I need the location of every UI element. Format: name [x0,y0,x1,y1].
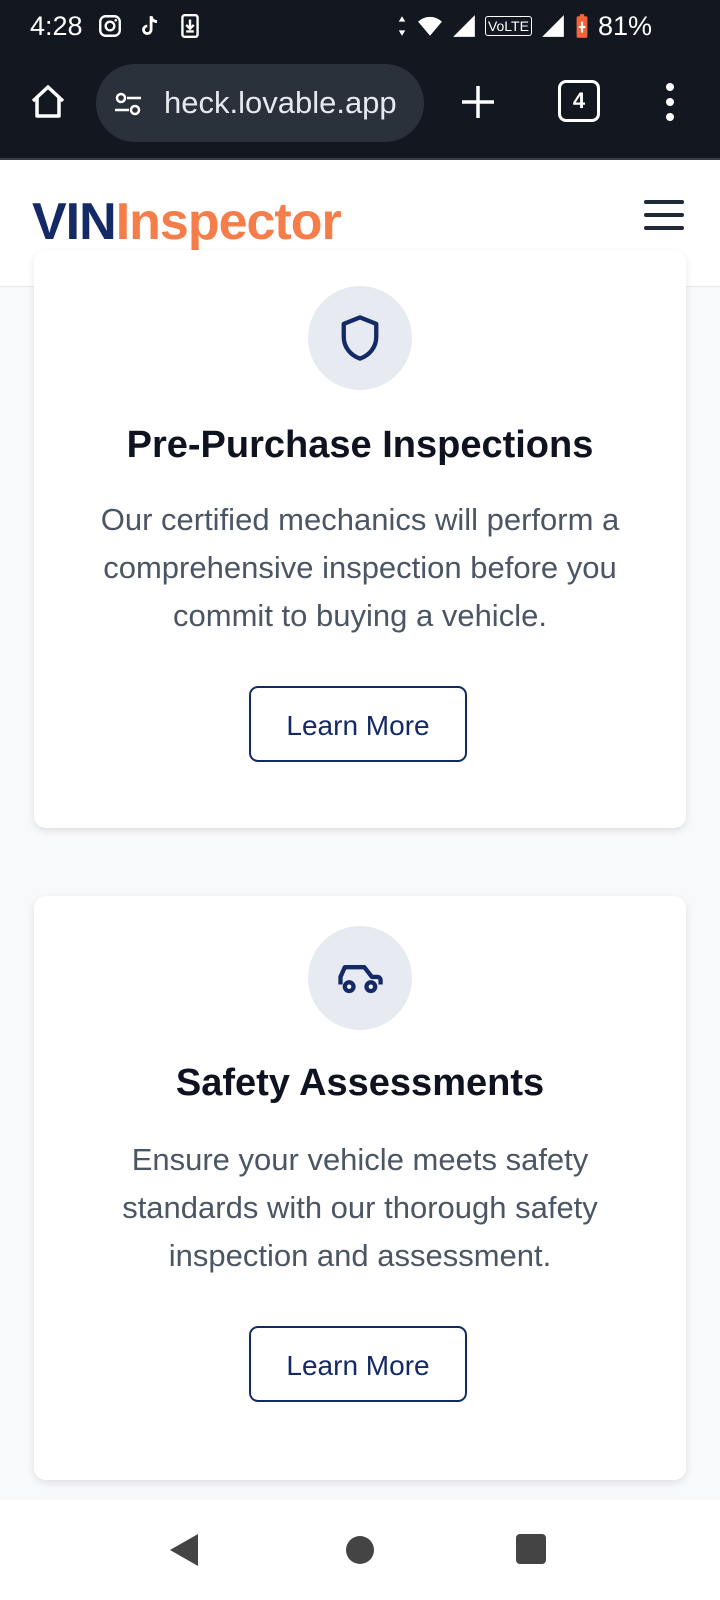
back-icon[interactable] [170,1534,198,1566]
card-title: Pre-Purchase Inspections [126,424,594,466]
card-description: Ensure your vehicle meets safety standar… [122,1142,598,1273]
url-text[interactable]: heck.lovable.app [164,64,397,142]
hamburger-line [644,213,684,217]
service-card-safety: Safety Assessments Ensure your vehicle m… [34,896,686,1480]
shield-icon [341,315,379,361]
battery-icon [576,14,588,38]
hamburger-icon[interactable] [644,200,684,236]
status-bar-right: VoLTE 81% [395,8,652,44]
more-menu-icon[interactable] [660,82,680,122]
learn-more-button[interactable]: Learn More [249,686,467,762]
logo-inspector: Inspector [115,193,342,251]
signal-icon [542,15,564,37]
data-arrows-icon [398,16,406,36]
new-tab-icon[interactable] [458,82,498,122]
card-title: Safety Assessments [175,1062,545,1104]
signal-icon [453,15,475,37]
logo-vin: VIN [32,193,117,251]
site-logo[interactable]: VINInspector [32,192,342,252]
instagram-icon [98,15,121,37]
status-bar: 4:28 VoLTE 81% [0,0,720,52]
status-bar-left: 4:28 [30,8,203,44]
service-card-pre-purchase: Pre-Purchase Inspections Our certified m… [34,250,686,828]
tabs-icon[interactable]: 4 [558,80,600,122]
browser-toolbar: heck.lovable.app 4 [0,52,720,160]
hamburger-line [644,200,684,204]
recents-icon[interactable] [516,1534,546,1564]
system-nav-bar [0,1500,720,1600]
address-bar[interactable]: heck.lovable.app [96,64,424,142]
battery-percent: 81% [597,10,652,41]
learn-more-button[interactable]: Learn More [249,1326,467,1402]
volte-badge: VoLTE [484,16,532,36]
home-icon[interactable] [28,82,68,122]
hamburger-line [644,226,684,230]
card-description: Our certified mechanics will perform a c… [100,502,620,633]
car-icon-badge [308,926,412,1030]
tiktok-icon [141,15,157,35]
download-icon [180,13,199,39]
home-button-icon[interactable] [346,1536,374,1564]
status-time: 4:28 [30,10,83,41]
wifi-icon [418,16,442,36]
site-settings-icon[interactable] [112,88,144,120]
shield-icon-badge [308,286,412,390]
car-icon [338,965,383,994]
